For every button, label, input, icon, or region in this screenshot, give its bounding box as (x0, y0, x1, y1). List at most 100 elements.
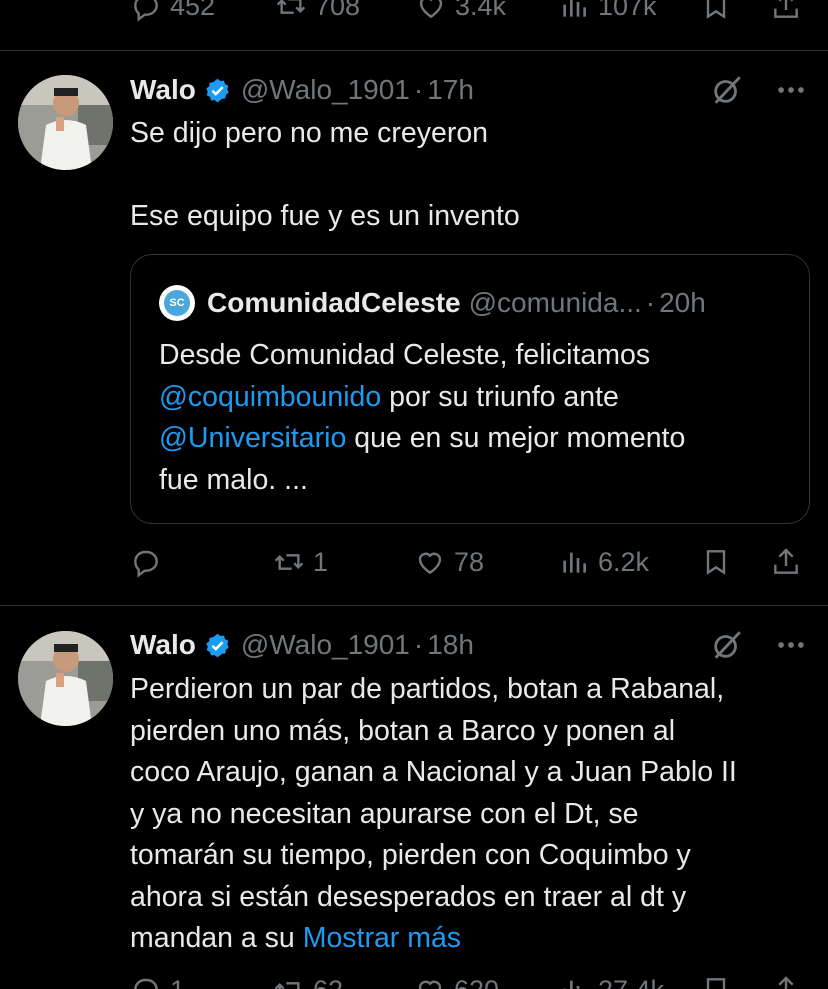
grok-icon[interactable] (710, 628, 744, 662)
quote-user-name[interactable]: ComunidadCeleste (207, 287, 461, 319)
views-icon (563, 552, 586, 573)
reply-button[interactable]: 452 (130, 0, 215, 26)
repost-count: 708 (315, 0, 361, 21)
reply-button[interactable]: 1 (130, 970, 185, 989)
reply-icon (134, 550, 158, 578)
repost-icon (274, 982, 300, 989)
like-button[interactable]: 620 (414, 970, 499, 989)
like-count: 3.4k (455, 0, 507, 21)
bookmark-icon (706, 978, 726, 989)
verified-badge-icon (206, 78, 229, 102)
repost-button[interactable]: 1 (273, 542, 328, 582)
quote-avatar-logo: SC (164, 290, 190, 316)
quote-text: Desde Comunidad Celeste, felicitamos @co… (159, 335, 789, 501)
quote-user-handle[interactable]: @comunida... (469, 287, 642, 319)
heart-icon (418, 552, 442, 575)
views-button[interactable]: 6.2k (558, 542, 649, 582)
separator-dot: · (413, 629, 424, 660)
share-button[interactable] (770, 542, 802, 582)
quoted-tweet[interactable]: SC ComunidadCeleste @comunida... · 20h D… (130, 254, 810, 524)
views-count: 6.2k (598, 546, 650, 577)
like-count: 78 (454, 546, 485, 577)
user-handle[interactable]: @Walo_1901 (241, 74, 410, 106)
user-name[interactable]: Walo (130, 74, 196, 106)
tweet-action-bar: 1 62 620 27.4k (130, 970, 808, 989)
tweet-text-line: Se dijo pero no me creyeron (130, 117, 489, 149)
tweet-header: Walo @Walo_1901 · 17h (130, 70, 808, 110)
reply-count: 452 (170, 0, 216, 21)
user-name[interactable]: Walo (130, 629, 196, 661)
mention-link[interactable]: @Universitario (159, 422, 346, 454)
quote-timestamp[interactable]: 20h (659, 287, 706, 319)
bookmark-icon (706, 0, 726, 19)
bookmark-button[interactable] (700, 970, 732, 989)
views-icon (563, 980, 580, 989)
header-actions (710, 70, 808, 110)
repost-icon (274, 554, 304, 570)
reply-button[interactable] (130, 542, 170, 582)
quote-text-part: fue malo. ... (159, 463, 308, 496)
heart-icon (419, 0, 443, 19)
user-handle[interactable]: @Walo_1901 (241, 629, 410, 661)
tweet-text: Se dijo pero no me creyeron Ese equipo f… (130, 113, 808, 238)
share-icon (774, 0, 798, 18)
separator-dot: · (413, 74, 424, 105)
quote-avatar[interactable]: SC (159, 285, 195, 321)
views-count: 107k (598, 0, 657, 21)
quote-header: SC ComunidadCeleste @comunida... · 20h (159, 283, 706, 323)
heart-icon (418, 980, 442, 989)
tweet-text-line: Perdieron un par de partidos, botan a Ra… (130, 673, 725, 705)
quote-text-part: que en su mejor momento (346, 422, 686, 454)
tweet-text-line: y ya no necesitan apurarse con el Dt, se (130, 797, 639, 830)
tweet-header: Walo @Walo_1901 · 18h (130, 625, 808, 665)
reply-count: 1 (170, 975, 185, 989)
bookmark-button[interactable] (700, 542, 732, 582)
quote-text-part: por su triunfo ante (381, 380, 619, 413)
share-button[interactable] (770, 970, 802, 989)
show-more-link[interactable]: Mostrar más (303, 922, 461, 954)
tweet-text-line: ahora si están desesperados en traer al … (130, 880, 687, 913)
tweet-text: Perdieron un par de partidos, botan a Ra… (130, 669, 808, 960)
tweet-text-line: tomarán su tiempo, pierden con Coquimbo … (130, 839, 691, 871)
tweet-text-line: coco Araujo, ganan a Nacional y a Juan P… (130, 756, 737, 788)
reply-icon (134, 978, 158, 989)
like-button[interactable]: 3.4k (415, 0, 506, 26)
share-icon (778, 976, 794, 989)
tweet-text-line: Ese equipo fue y es un invento (130, 200, 520, 232)
tweet-text-line: mandan a su (130, 922, 303, 954)
bookmark-icon (706, 550, 726, 575)
timestamp[interactable]: 17h (427, 74, 474, 106)
bookmark-button[interactable] (700, 0, 732, 26)
views-button[interactable]: 27.4k (558, 970, 664, 989)
like-count: 620 (454, 975, 499, 989)
more-options-icon[interactable] (774, 628, 808, 662)
verified-badge-icon (206, 633, 229, 657)
share-button[interactable] (770, 0, 802, 26)
quote-text-part: Desde Comunidad Celeste, felicitamos (159, 339, 651, 371)
avatar[interactable] (18, 75, 113, 170)
divider (0, 50, 828, 51)
header-actions (710, 625, 808, 665)
avatar-photo (18, 75, 113, 170)
tweet-text-line: pierden uno más, botan a Barco y ponen a… (130, 714, 676, 747)
views-icon (563, 0, 586, 17)
avatar-photo (18, 631, 113, 726)
grok-icon[interactable] (710, 73, 744, 107)
repost-icon (276, 0, 306, 14)
views-button[interactable]: 107k (558, 0, 657, 26)
tweet-action-bar: 1 78 6.2k (130, 542, 808, 582)
mention-link[interactable]: @coquimbounido (159, 381, 381, 413)
views-count: 27.4k (598, 975, 664, 989)
repost-button[interactable]: 62 (273, 970, 343, 989)
reply-icon (134, 0, 158, 22)
repost-count: 62 (313, 975, 343, 989)
top-action-bar: 452 708 3.4k 107k (130, 0, 808, 26)
repost-button[interactable]: 708 (275, 0, 360, 26)
timestamp[interactable]: 18h (427, 629, 474, 661)
share-icon (774, 548, 798, 574)
separator-dot: · (645, 287, 656, 318)
repost-count: 1 (313, 546, 329, 577)
more-options-icon[interactable] (774, 73, 808, 107)
avatar[interactable] (18, 631, 113, 726)
like-button[interactable]: 78 (414, 542, 484, 582)
